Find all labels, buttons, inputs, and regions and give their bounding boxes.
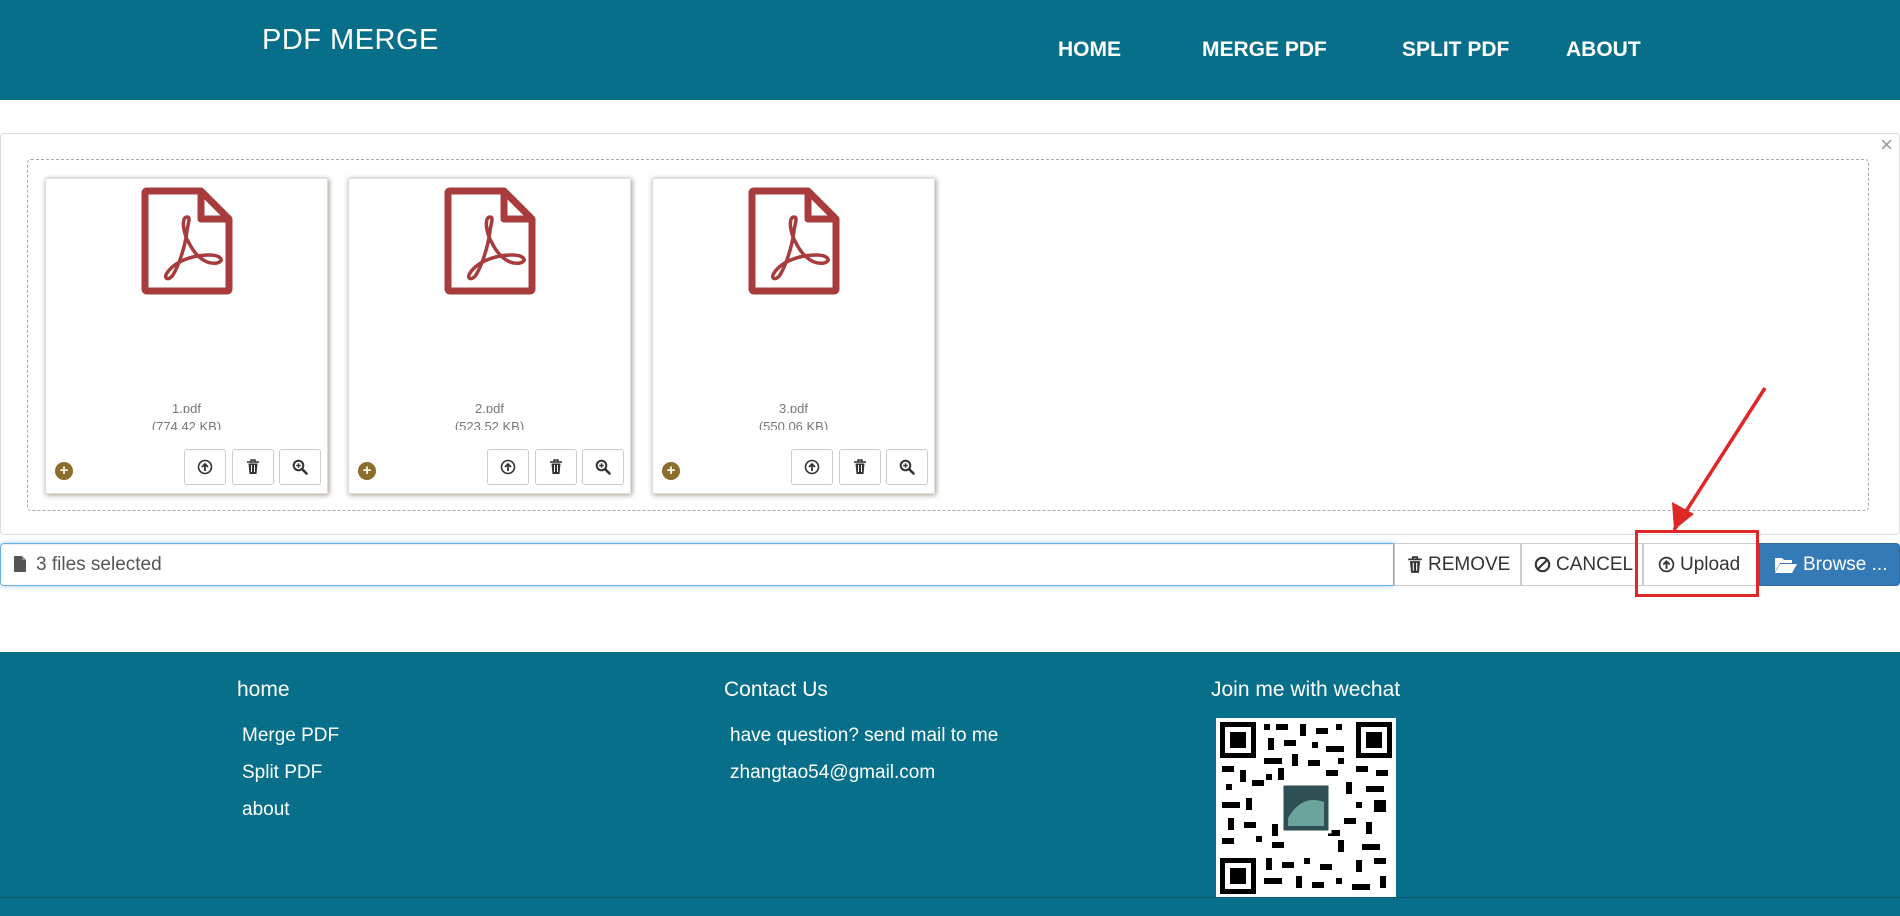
top-navbar: PDF MERGE HOME MERGE PDF SPLIT PDF ABOUT bbox=[0, 0, 1900, 100]
file-card: 3.pdf (550.06 KB) + bbox=[652, 178, 935, 494]
site-footer: home Merge PDF Split PDF about Contact U… bbox=[0, 652, 1900, 916]
nav-merge-pdf[interactable]: MERGE PDF bbox=[1202, 38, 1327, 62]
pdf-file-icon bbox=[444, 187, 536, 295]
upload-icon bbox=[1658, 556, 1675, 573]
folder-open-icon bbox=[1775, 557, 1797, 573]
plus-circle-icon[interactable]: + bbox=[55, 462, 73, 480]
remove-label: REMOVE bbox=[1428, 553, 1511, 575]
zoom-icon bbox=[899, 459, 915, 475]
zoom-icon bbox=[595, 459, 611, 475]
upload-file-button[interactable] bbox=[487, 449, 529, 485]
site-logo[interactable]: PDF MERGE bbox=[262, 24, 439, 57]
footer-link-merge-pdf[interactable]: Merge PDF bbox=[242, 725, 339, 747]
zoom-file-button[interactable] bbox=[886, 449, 928, 485]
footer-contact-note: have question? send mail to me bbox=[730, 725, 999, 746]
footer-contact-heading: Contact Us bbox=[724, 678, 828, 701]
ban-icon bbox=[1534, 556, 1551, 573]
close-preview-icon[interactable]: × bbox=[1880, 134, 1893, 156]
remove-button[interactable]: REMOVE bbox=[1394, 543, 1521, 586]
pdf-file-icon bbox=[141, 187, 233, 295]
remove-file-button[interactable] bbox=[535, 449, 577, 485]
upload-icon bbox=[500, 459, 516, 475]
trash-icon bbox=[854, 459, 866, 474]
trash-icon bbox=[1408, 555, 1422, 573]
footer-link-about[interactable]: about bbox=[242, 799, 290, 821]
cancel-label: CANCEL bbox=[1556, 553, 1634, 575]
nav-home[interactable]: HOME bbox=[1058, 38, 1121, 62]
footer-contact-email[interactable]: zhangtao54@gmail.com bbox=[730, 762, 935, 784]
file-caption-input[interactable]: 3 files selected bbox=[0, 543, 1394, 586]
upload-file-button[interactable] bbox=[184, 449, 226, 485]
browse-label: Browse ... bbox=[1803, 553, 1888, 575]
upload-file-button[interactable] bbox=[791, 449, 833, 485]
nav-about[interactable]: ABOUT bbox=[1566, 38, 1641, 62]
footer-wechat-heading: Join me with wechat bbox=[1211, 678, 1401, 701]
file-name: 2.pdf bbox=[475, 401, 504, 413]
file-size: (774.42 KB) bbox=[151, 419, 222, 430]
trash-icon bbox=[550, 459, 562, 474]
remove-file-button[interactable] bbox=[232, 449, 274, 485]
file-card: 1.pdf (774.42 KB) + bbox=[45, 178, 328, 494]
zoom-icon bbox=[292, 459, 308, 475]
plus-circle-icon[interactable]: + bbox=[358, 462, 376, 480]
remove-file-button[interactable] bbox=[839, 449, 881, 485]
footer-home-heading: home bbox=[237, 678, 290, 701]
pdf-file-icon bbox=[748, 187, 840, 295]
file-size: (550.06 KB) bbox=[758, 419, 829, 430]
nav-split-pdf[interactable]: SPLIT PDF bbox=[1402, 38, 1509, 62]
file-card: 2.pdf (523.52 KB) + bbox=[348, 178, 631, 494]
file-caption-text: 3 files selected bbox=[36, 554, 162, 575]
wechat-qr-code bbox=[1216, 718, 1396, 898]
upload-button[interactable]: Upload bbox=[1643, 543, 1759, 586]
file-preview-panel: × 1.pdf (774.42 KB) + 2.pdf (523.52 KB) … bbox=[0, 133, 1900, 535]
file-size: (523.52 KB) bbox=[454, 419, 525, 430]
zoom-file-button[interactable] bbox=[279, 449, 321, 485]
zoom-file-button[interactable] bbox=[582, 449, 624, 485]
file-name: 1.pdf bbox=[172, 401, 201, 413]
upload-label: Upload bbox=[1680, 553, 1741, 575]
footer-divider bbox=[0, 897, 1900, 898]
file-drop-zone[interactable]: 1.pdf (774.42 KB) + 2.pdf (523.52 KB) + bbox=[27, 159, 1869, 511]
browse-button[interactable]: Browse ... bbox=[1759, 543, 1900, 586]
footer-link-split-pdf[interactable]: Split PDF bbox=[242, 762, 322, 784]
plus-circle-icon[interactable]: + bbox=[662, 462, 680, 480]
file-icon bbox=[14, 556, 26, 572]
upload-icon bbox=[804, 459, 820, 475]
file-name: 3.pdf bbox=[779, 401, 808, 413]
cancel-button[interactable]: CANCEL bbox=[1521, 543, 1643, 586]
trash-icon bbox=[247, 459, 259, 474]
upload-icon bbox=[197, 459, 213, 475]
